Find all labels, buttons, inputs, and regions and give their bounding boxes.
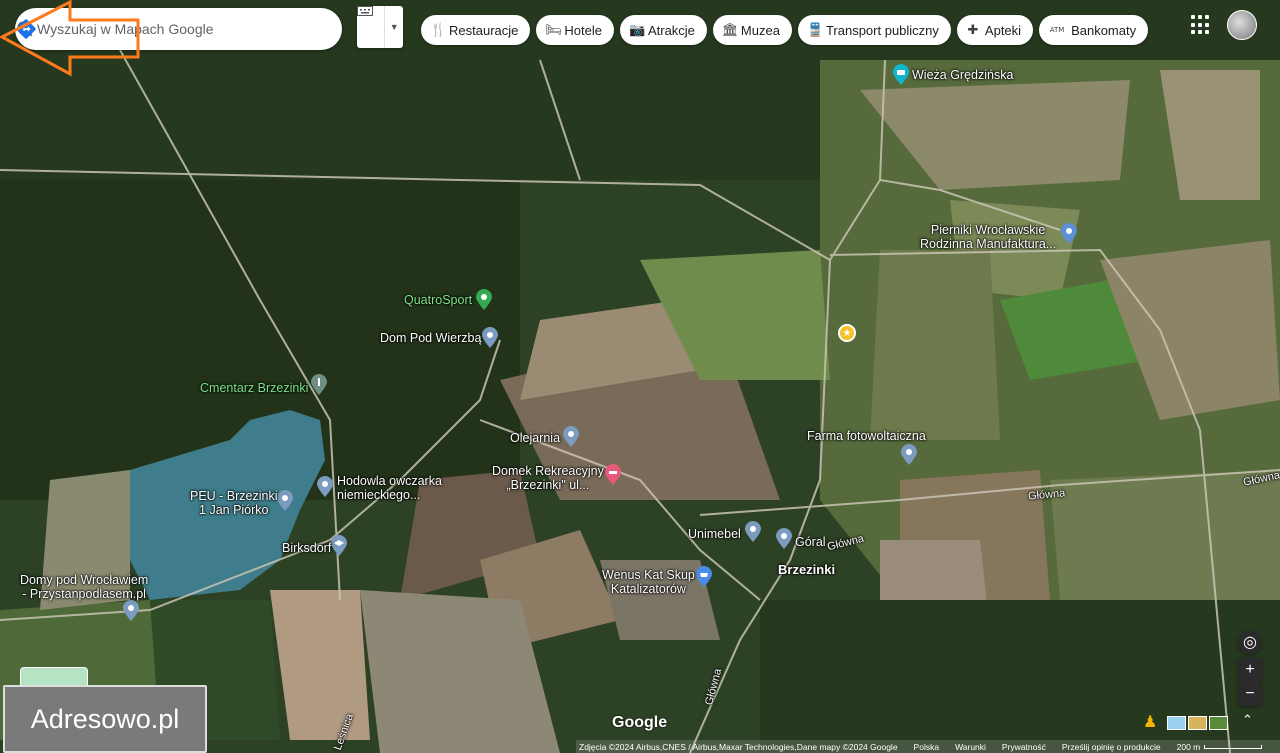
privacy-link[interactable]: Prywatność	[1002, 742, 1046, 752]
place-domy-pod-wroclawiem[interactable]: Domy pod Wrocławiem - Przystanpodlasem.p…	[20, 573, 148, 601]
chip-label: Muzea	[740, 22, 780, 38]
place-dom-pod-wierzba[interactable]: Dom Pod Wierzbą	[380, 331, 481, 345]
place-wenus-kat[interactable]: Wenus Kat Skup Katalizatorów	[602, 568, 695, 596]
place-peu-brzezinki[interactable]: PEU - Brzezinki 1 Jan Piórko	[190, 489, 278, 517]
place-pin-icon[interactable]	[744, 521, 762, 543]
chip-label: Atrakcje	[647, 22, 695, 38]
feedback-link[interactable]: Prześlij opinię o produkcie	[1062, 742, 1161, 752]
place-pin-icon[interactable]	[122, 600, 140, 622]
place-farma-fotowoltaiczna[interactable]: Farma fotowoltaiczna	[807, 429, 926, 443]
my-location-icon[interactable]: ◎	[1238, 630, 1262, 654]
scale-bar[interactable]: 200 m	[1177, 742, 1263, 752]
chip-hotele[interactable]: 🛏 Hotele	[536, 15, 614, 45]
map-footer: Zdjęcia ©2024 Airbus,CNES / Airbus,Maxar…	[576, 740, 1280, 753]
place-wieza-gredzinska[interactable]: Wieża Grędzińska	[912, 68, 1013, 82]
zoom-out-button[interactable]: −	[1238, 682, 1262, 706]
camera-pin-icon[interactable]	[892, 64, 910, 86]
keyboard-icon[interactable]	[357, 6, 386, 48]
zoom-in-button[interactable]: +	[1238, 658, 1262, 682]
hotel-pin-icon[interactable]	[604, 464, 622, 486]
orange-arrow-icon	[0, 0, 140, 77]
layers-switcher[interactable]	[1167, 712, 1229, 734]
chevron-down-icon[interactable]: ▼	[385, 22, 403, 32]
scale-label: 200 m	[1176, 741, 1201, 752]
place-quatrosport[interactable]: QuatroSport	[404, 293, 472, 307]
place-goral[interactable]: Góral	[795, 535, 826, 549]
school-pin-icon[interactable]	[330, 535, 348, 557]
sport-pin-icon[interactable]	[475, 289, 493, 311]
category-chips: 🍴 Restauracje 🛏 Hotele 📷 Atrakcje 🏛 Muzea 🚆 T…	[421, 15, 1149, 45]
place-pin-icon[interactable]	[562, 426, 580, 448]
town-brzezinki[interactable]: Brzezinki	[778, 563, 835, 577]
chip-label: Transport publiczny	[825, 22, 939, 38]
chip-restauracje[interactable]: 🍴 Restauracje	[421, 15, 531, 45]
terms-link[interactable]: Warunki	[955, 742, 986, 752]
google-logo: Google	[612, 714, 668, 731]
chip-transport[interactable]: 🚆 Transport publiczny	[797, 15, 951, 45]
fork-knife-icon: 🍴	[430, 22, 447, 38]
place-pin-icon[interactable]	[481, 327, 499, 349]
scale-line	[1204, 744, 1263, 749]
train-icon: 🚆	[806, 22, 824, 38]
place-hodowla-owczarka[interactable]: Hodowla owczarka niemieckiego...	[337, 474, 442, 502]
museum-icon: 🏛	[721, 22, 739, 38]
place-unimebel[interactable]: Unimebel	[688, 527, 741, 541]
chip-label: Bankomaty	[1071, 22, 1137, 38]
satellite-map[interactable]: ▼ 🍴Restauracje 🛏Hotele 📷Atrakcje 🏛Muzea …	[0, 0, 1280, 753]
place-pierniki[interactable]: Pierniki Wrocławskie Rodzinna Manufaktur…	[920, 223, 1056, 251]
chip-muzea[interactable]: 🏛 Muzea	[712, 15, 792, 45]
apps-grid-icon[interactable]	[1191, 15, 1211, 35]
star-marker-icon[interactable]: ★	[838, 324, 856, 342]
place-pin-icon[interactable]	[316, 476, 334, 498]
satellite-imagery	[0, 0, 1280, 753]
chip-apteki[interactable]: ✚ Apteki	[956, 15, 1034, 45]
cemetery-pin-icon[interactable]	[310, 374, 328, 396]
place-olejarnia[interactable]: Olejarnia	[510, 431, 560, 445]
avatar[interactable]	[1227, 10, 1257, 40]
terrain-layer-icon[interactable]	[1188, 716, 1207, 730]
country-link[interactable]: Polska	[914, 742, 940, 752]
satellite-layer-icon[interactable]	[1209, 716, 1228, 730]
chip-label: Apteki	[984, 22, 1022, 38]
pegman-icon[interactable]: ♟	[1143, 712, 1157, 732]
map-layer-icon[interactable]	[1167, 716, 1186, 730]
chip-label: Hotele	[564, 22, 602, 38]
chevron-up-icon[interactable]: ⌃	[1242, 712, 1253, 728]
atm-icon: ATM	[1049, 26, 1065, 34]
camera-icon: 📷	[628, 22, 646, 38]
place-pin-icon[interactable]	[900, 444, 918, 466]
keyboard-toggle[interactable]: ▼	[357, 6, 403, 48]
chip-label: Restauracje	[449, 22, 519, 38]
place-birksdorf[interactable]: Birksdorf	[282, 541, 331, 555]
place-pin-icon[interactable]	[276, 490, 294, 512]
attribution: Zdjęcia ©2024 Airbus,CNES / Airbus,Maxar…	[579, 741, 898, 752]
bed-icon: 🛏	[545, 22, 562, 38]
place-pin-icon[interactable]	[775, 528, 793, 550]
watermark-logo: Adresowo.pl	[3, 685, 207, 753]
shop-pin-icon[interactable]	[695, 566, 713, 588]
pharmacy-icon: ✚	[967, 22, 979, 38]
chip-atrakcje[interactable]: 📷 Atrakcje	[619, 15, 707, 45]
place-domek-rekreacyjny[interactable]: Domek Rekreacyjny „Brzezinki" ul...	[492, 464, 604, 492]
shop-pin-icon[interactable]	[1060, 223, 1078, 245]
place-cmentarz[interactable]: Cmentarz Brzezinki	[200, 381, 308, 395]
chip-bankomaty[interactable]: ATM Bankomaty	[1039, 15, 1149, 45]
